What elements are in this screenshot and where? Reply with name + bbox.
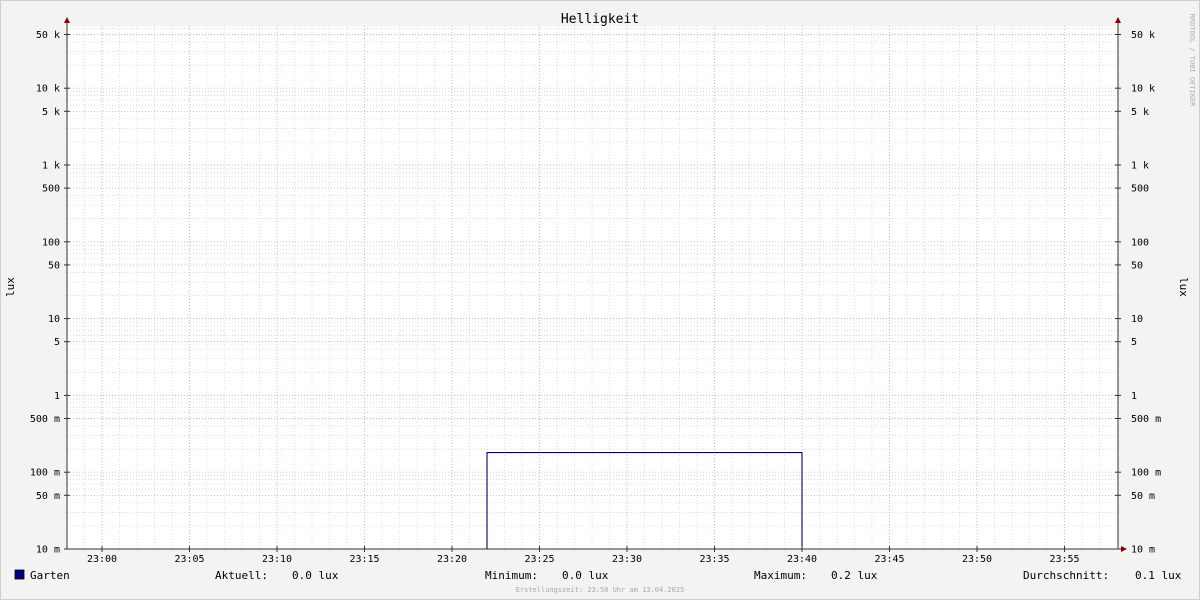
y-tick-label-left: 100 [42, 237, 60, 248]
x-tick-label: 23:30 [612, 554, 642, 565]
stat-maximum-value: 0.2 lux [831, 569, 878, 582]
y-axis-label-left: lux [4, 277, 17, 297]
y-tick-label-right: 5 [1131, 337, 1137, 348]
y-tick-label-left: 50 [48, 260, 60, 271]
y-tick-label-left: 10 [48, 314, 60, 325]
y-tick-label-right: 1 [1131, 391, 1137, 402]
y-tick-label-left: 5 k [42, 107, 60, 118]
y-tick-label-right: 1 k [1131, 161, 1149, 172]
brightness-chart: 23:00 23:05 23:10 23:15 23:20 23:25 23:30 23:35… [0, 0, 1200, 600]
y-tick-label-right: 10 m [1131, 545, 1155, 556]
chart-svg: 23:00 23:05 23:10 23:15 23:20 23:25 23:30 23:35… [0, 0, 1200, 600]
x-tick-label: 23:45 [874, 554, 904, 565]
legend-series-label: Garten [30, 569, 70, 582]
y-tick-label-right: 50 k [1131, 30, 1155, 41]
y-tick-label-right: 50 [1131, 260, 1143, 271]
creation-time-footer: Erstellungszeit: 23:58 Uhr am 13.04.2025 [516, 586, 685, 594]
y-tick-label-left: 50 m [36, 491, 60, 502]
x-tick-label: 23:50 [962, 554, 992, 565]
y-tick-label-right: 10 [1131, 314, 1143, 325]
y-tick-label-right: 500 [1131, 184, 1149, 195]
y-tick-label-left: 5 [54, 337, 60, 348]
y-tick-label-right: 10 k [1131, 84, 1155, 95]
x-tick-label: 23:15 [349, 554, 379, 565]
stat-minimum-label: Minimum: [485, 569, 538, 582]
stat-average-label: Durchschnitt: [1023, 569, 1109, 582]
stat-average-value: 0.1 lux [1135, 569, 1182, 582]
stat-minimum-value: 0.0 lux [562, 569, 609, 582]
y-tick-label-left: 50 k [36, 30, 60, 41]
x-tick-label: 23:20 [437, 554, 467, 565]
y-tick-label-left: 10 m [36, 545, 60, 556]
y-tick-label-right: 100 [1131, 237, 1149, 248]
chart-title: Helligkeit [561, 12, 639, 27]
stat-maximum-label: Maximum: [754, 569, 807, 582]
y-tick-label-left: 1 k [42, 161, 60, 172]
x-tick-label: 23:00 [87, 554, 117, 565]
y-tick-label-right: 500 m [1131, 414, 1161, 425]
x-tick-label: 23:25 [524, 554, 554, 565]
y-tick-label-right: 100 m [1131, 468, 1161, 479]
x-tick-label: 23:35 [699, 554, 729, 565]
y-tick-label-right: 50 m [1131, 491, 1155, 502]
y-tick-label-left: 500 m [30, 414, 60, 425]
x-tick-label: 23:55 [1049, 554, 1079, 565]
y-tick-label-left: 500 [42, 184, 60, 195]
stat-current-label: Aktuell: [215, 569, 268, 582]
stat-current-value: 0.0 lux [292, 569, 339, 582]
y-tick-label-left: 10 k [36, 84, 60, 95]
x-tick-label: 23:40 [787, 554, 817, 565]
x-tick-label: 23:05 [174, 554, 204, 565]
watermark: RRDTOOL / TOBI OETIKER [1188, 14, 1196, 108]
y-axis-label-right: lux [1177, 277, 1190, 297]
y-tick-label-left: 100 m [30, 468, 60, 479]
legend-swatch-garten [14, 569, 25, 580]
y-tick-label-right: 5 k [1131, 107, 1149, 118]
x-tick-label: 23:10 [262, 554, 292, 565]
y-tick-label-left: 1 [54, 391, 60, 402]
